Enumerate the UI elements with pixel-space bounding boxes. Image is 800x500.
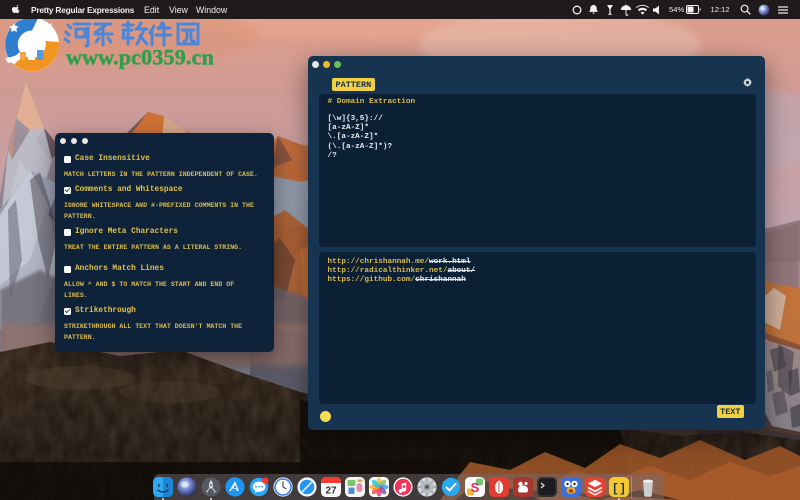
svg-text:www.pc0359.cn: www.pc0359.cn bbox=[66, 45, 214, 70]
svg-text:27: 27 bbox=[325, 486, 337, 497]
svg-text:[]: [] bbox=[612, 482, 626, 496]
svg-text:S: S bbox=[471, 480, 480, 495]
